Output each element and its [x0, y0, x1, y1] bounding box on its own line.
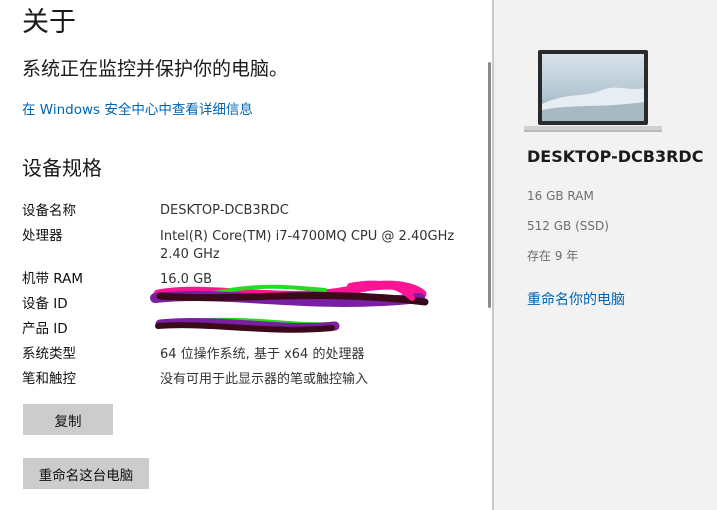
sidebar-pc-name: DESKTOP-DCB3RDC — [527, 147, 704, 166]
scrollbar-thumb[interactable] — [488, 62, 491, 308]
sidebar-ram: 16 GB RAM — [527, 189, 594, 203]
protection-status-text: 系统正在监控并保护你的电脑。 — [22, 58, 289, 80]
copy-button[interactable]: 复制 — [23, 404, 113, 435]
sidebar-storage: 512 GB (SSD) — [527, 219, 609, 233]
spec-label-device-id: 设备 ID — [22, 296, 68, 312]
about-main-pane: 关于 系统正在监控并保护你的电脑。 在 Windows 安全中心中查看详细信息 … — [0, 0, 492, 510]
spec-label-ram: 机带 RAM — [22, 271, 84, 287]
security-center-link[interactable]: 在 Windows 安全中心中查看详细信息 — [22, 100, 253, 120]
spec-label-device-name: 设备名称 — [22, 203, 76, 219]
device-specs-heading: 设备规格 — [22, 156, 102, 180]
spec-value-processor: Intel(R) Core(TM) i7-4700MQ CPU @ 2.40GH… — [160, 229, 455, 244]
spec-value-processor-speed: 2.40 GHz — [160, 247, 220, 262]
spec-value-device-name: DESKTOP-DCB3RDC — [160, 203, 289, 218]
spec-label-system-type: 系统类型 — [22, 346, 76, 362]
sidebar-rename-link[interactable]: 重命名你的电脑 — [527, 290, 625, 310]
device-summary-panel: DESKTOP-DCB3RDC 16 GB RAM 512 GB (SSD) 存… — [492, 0, 717, 510]
spec-value-pen-touch: 没有可用于此显示器的笔或触控输入 — [160, 372, 369, 387]
redaction-scribble — [150, 280, 429, 333]
laptop-icon — [524, 50, 662, 132]
spec-value-system-type: 64 位操作系统, 基于 x64 的处理器 — [160, 347, 365, 362]
rename-pc-button[interactable]: 重命名这台电脑 — [23, 458, 149, 489]
spec-label-pen-touch: 笔和触控 — [22, 371, 76, 387]
sidebar-device-age: 存在 9 年 — [527, 249, 579, 263]
spec-label-product-id: 产品 ID — [22, 321, 68, 337]
spec-label-processor: 处理器 — [22, 228, 63, 244]
page-title: 关于 — [22, 7, 76, 38]
